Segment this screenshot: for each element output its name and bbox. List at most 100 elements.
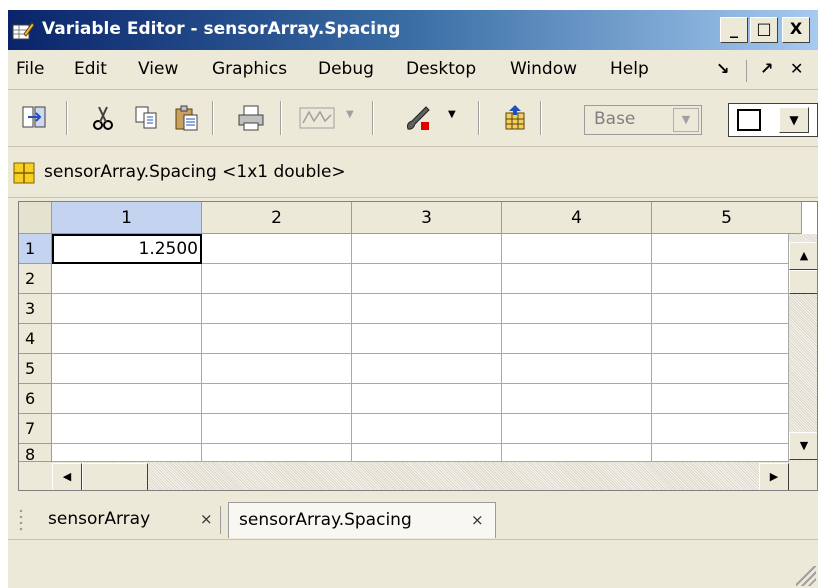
grid-cell[interactable] [202, 354, 352, 384]
tab-close-icon[interactable]: × [471, 503, 484, 537]
menu-window[interactable]: Window [510, 59, 577, 79]
column-header[interactable]: 4 [502, 202, 652, 234]
horizontal-scroll-thumb[interactable] [82, 463, 148, 490]
grid-cell[interactable] [502, 264, 652, 294]
grid-cell[interactable] [652, 264, 789, 294]
grid-cell[interactable] [352, 354, 502, 384]
row-header[interactable]: 1 [19, 234, 52, 264]
chevron-down-icon[interactable]: ▼ [779, 107, 809, 133]
brush-icon[interactable] [402, 103, 432, 133]
grid-cell[interactable] [202, 264, 352, 294]
grid-cell[interactable]: 1.2500 [52, 234, 202, 264]
cell-style-dropdown[interactable]: ▼ [728, 103, 818, 137]
close-button[interactable]: X [782, 17, 810, 43]
column-header[interactable]: 3 [352, 202, 502, 234]
new-variable-from-selection-icon[interactable] [500, 103, 530, 133]
grid-cell[interactable] [502, 384, 652, 414]
menu-view[interactable]: View [138, 59, 178, 79]
grid-cell[interactable] [652, 384, 789, 414]
row-header[interactable]: 8 [19, 444, 52, 464]
column-header[interactable]: 2 [202, 202, 352, 234]
column-header[interactable]: 1 [52, 202, 202, 234]
grid-cell[interactable] [652, 354, 789, 384]
print-icon[interactable] [236, 103, 266, 133]
chevron-down-icon[interactable]: ▼ [673, 108, 699, 132]
horizontal-scrollbar[interactable]: ◀ ▶ [52, 462, 789, 490]
grid-cell[interactable] [352, 294, 502, 324]
grid-cell[interactable] [352, 264, 502, 294]
brush-dropdown-arrow[interactable]: ▼ [448, 109, 456, 120]
grid-cell[interactable] [52, 384, 202, 414]
grid-cell[interactable] [502, 294, 652, 324]
minimize-button[interactable]: _ [720, 17, 748, 43]
grid-cell[interactable] [502, 324, 652, 354]
grid-cell[interactable] [52, 324, 202, 354]
vertical-scroll-thumb[interactable] [789, 270, 817, 294]
grid-cell[interactable] [352, 234, 502, 264]
grid-cell[interactable] [652, 444, 789, 462]
scroll-up-button[interactable]: ▲ [789, 242, 817, 270]
grid-cell[interactable] [352, 384, 502, 414]
grid-cell[interactable] [52, 264, 202, 294]
menu-edit[interactable]: Edit [74, 59, 107, 79]
grid-cell[interactable] [652, 414, 789, 444]
scroll-right-button[interactable]: ▶ [759, 463, 789, 490]
scroll-down-button[interactable]: ▼ [789, 432, 817, 460]
tab-sensorArray[interactable]: sensorArray × [48, 502, 218, 538]
cut-icon[interactable] [88, 103, 118, 133]
grid-cell[interactable] [502, 354, 652, 384]
menu-help[interactable]: Help [610, 59, 649, 79]
menu-close-icon[interactable]: ✕ [790, 59, 803, 78]
row-header[interactable]: 6 [19, 384, 52, 414]
tab-sensorArray-spacing[interactable]: sensorArray.Spacing × [228, 502, 496, 538]
tab-label: sensorArray.Spacing [239, 510, 412, 530]
grid-cell[interactable] [202, 294, 352, 324]
grid-cell[interactable] [352, 324, 502, 354]
row-header[interactable]: 5 [19, 354, 52, 384]
paste-icon[interactable] [172, 103, 202, 133]
dock-icon[interactable]: ↗ [760, 59, 773, 78]
copy-icon[interactable] [132, 103, 162, 133]
variable-grid: 1 2 3 4 5 1 2 3 4 5 6 7 8 1.2500 ▲ ▼ ◀ ▶ [18, 201, 818, 491]
grid-cell[interactable] [652, 294, 789, 324]
menu-desktop[interactable]: Desktop [406, 59, 476, 79]
grid-cell[interactable] [202, 444, 352, 462]
undock-icon[interactable]: ↘ [716, 59, 729, 78]
grip-handle[interactable] [18, 508, 24, 534]
row-header[interactable]: 3 [19, 294, 52, 324]
grid-cell[interactable] [352, 414, 502, 444]
maximize-button[interactable]: □ [750, 17, 778, 43]
status-bar [8, 541, 818, 588]
select-all-corner[interactable] [19, 202, 52, 234]
column-header[interactable]: 5 [652, 202, 802, 234]
row-header[interactable]: 7 [19, 414, 52, 444]
scroll-left-button[interactable]: ◀ [52, 463, 82, 490]
grid-cell[interactable] [52, 354, 202, 384]
grid-cell[interactable] [202, 414, 352, 444]
grid-cell[interactable] [652, 324, 789, 354]
resize-grip-icon[interactable] [796, 566, 816, 586]
grid-cell[interactable] [652, 234, 789, 264]
row-header[interactable]: 4 [19, 324, 52, 354]
grid-cell[interactable] [352, 444, 502, 462]
tab-close-icon[interactable]: × [200, 502, 213, 536]
grid-cell[interactable] [52, 414, 202, 444]
data-import-icon[interactable] [20, 103, 50, 133]
vertical-scrollbar[interactable]: ▲ ▼ [789, 234, 817, 462]
menu-graphics[interactable]: Graphics [212, 59, 287, 79]
plot-icon[interactable] [298, 103, 336, 133]
plot-dropdown-arrow[interactable]: ▼ [346, 109, 354, 120]
grid-cell[interactable] [502, 444, 652, 462]
menu-file[interactable]: File [16, 59, 44, 79]
grid-cell[interactable] [202, 384, 352, 414]
menu-debug[interactable]: Debug [318, 59, 374, 79]
row-header[interactable]: 2 [19, 264, 52, 294]
grid-cell[interactable] [502, 414, 652, 444]
grid-cell[interactable] [202, 324, 352, 354]
title-bar[interactable]: Variable Editor - sensorArray.Spacing _ … [8, 10, 818, 50]
grid-cell[interactable] [502, 234, 652, 264]
grid-cell[interactable] [52, 294, 202, 324]
grid-cell[interactable] [202, 234, 352, 264]
grid-cell[interactable] [52, 444, 202, 462]
workspace-base-dropdown[interactable]: Base ▼ [584, 105, 702, 135]
